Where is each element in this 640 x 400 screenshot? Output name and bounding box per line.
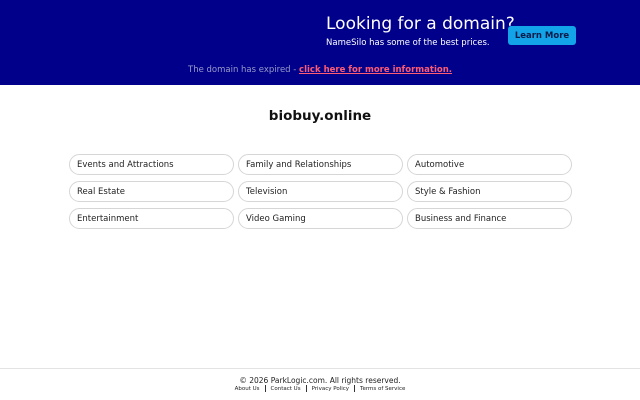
promo-banner: Looking for a domain? NameSilo has some … bbox=[0, 0, 640, 85]
category-link[interactable]: Entertainment bbox=[69, 208, 234, 229]
expired-text: The domain has expired - bbox=[188, 65, 300, 75]
copyright-text: © 2026 ParkLogic.com. All rights reserve… bbox=[239, 376, 401, 385]
category-link[interactable]: Family and Relationships bbox=[238, 154, 403, 175]
category-link[interactable]: Television bbox=[238, 181, 403, 202]
category-link[interactable]: Style & Fashion bbox=[407, 181, 572, 202]
footer-divider bbox=[0, 368, 640, 369]
footer-links: About Us Contact Us Privacy Policy Terms… bbox=[0, 385, 640, 392]
promo-subtitle: NameSilo has some of the best prices. bbox=[326, 38, 490, 48]
domain-title: biobuy.online bbox=[268, 108, 372, 124]
category-link[interactable]: Events and Attractions bbox=[69, 154, 234, 175]
terms-of-service-link[interactable]: Terms of Service bbox=[355, 386, 410, 392]
learn-more-button[interactable]: Learn More bbox=[508, 26, 576, 45]
privacy-policy-link[interactable]: Privacy Policy bbox=[307, 386, 354, 392]
category-link[interactable]: Real Estate bbox=[69, 181, 234, 202]
category-link[interactable]: Business and Finance bbox=[407, 208, 572, 229]
promo-title: Looking for a domain? bbox=[326, 14, 515, 34]
expired-notice: The domain has expired - click here for … bbox=[0, 65, 640, 75]
about-us-link[interactable]: About Us bbox=[230, 386, 265, 392]
more-info-link[interactable]: click here for more information. bbox=[299, 65, 452, 75]
contact-us-link[interactable]: Contact Us bbox=[266, 386, 306, 392]
category-link[interactable]: Automotive bbox=[407, 154, 572, 175]
category-link[interactable]: Video Gaming bbox=[238, 208, 403, 229]
category-grid: Events and Attractions Family and Relati… bbox=[69, 154, 572, 229]
